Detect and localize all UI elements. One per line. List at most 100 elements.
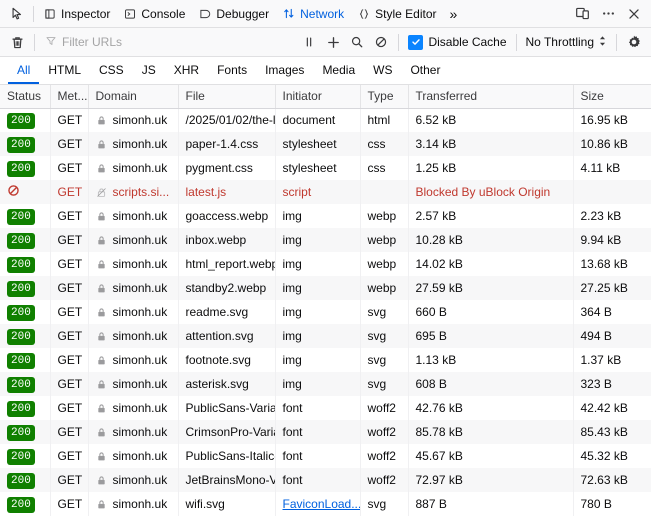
domain-label: simonh.uk: [112, 137, 168, 151]
table-row[interactable]: 200 GET simonh.uk pygment.css stylesheet css 1…: [0, 156, 651, 180]
type-filter-xhr[interactable]: XHR: [165, 57, 208, 84]
column-header-initiator[interactable]: Initiator: [275, 85, 361, 109]
type-filter-css[interactable]: CSS: [90, 57, 133, 84]
status-badge: 200: [0, 348, 51, 372]
cell-size: 42.42 kB: [573, 396, 651, 420]
cell-file: pygment.css: [178, 156, 276, 180]
status-badge: 200: [0, 396, 51, 420]
column-header-domain[interactable]: Domain: [88, 85, 179, 109]
table-row[interactable]: 200 GET simonh.uk footnote.svg img svg 1.13 kB…: [0, 348, 651, 372]
cell-transferred: 45.67 kB: [408, 444, 574, 468]
table-row[interactable]: 200 GET simonh.uk asterisk.svg img svg 608 B 32…: [0, 372, 651, 396]
column-header-file[interactable]: File: [178, 85, 276, 109]
filter-divider-1: [34, 33, 35, 51]
table-row[interactable]: 200 GET simonh.uk/2025/01/02/the-lit docume…: [0, 108, 651, 132]
cell-file: PublicSans-Italic-Va: [178, 444, 276, 468]
cell-initiator: font: [275, 468, 361, 492]
cell-transferred: 42.76 kB: [408, 396, 574, 420]
lock-icon: [96, 283, 107, 294]
type-filter-fonts[interactable]: Fonts: [208, 57, 256, 84]
column-header-type[interactable]: Type: [360, 85, 409, 109]
search-input[interactable]: Filter URLs: [40, 32, 297, 53]
cell-domain: simonh.uk: [88, 324, 179, 348]
cell-method: GET: [50, 372, 89, 396]
table-row[interactable]: 200 GET simonh.uk html_report.webp img webp 14…: [0, 252, 651, 276]
cell-type: webp: [360, 204, 409, 228]
table-row[interactable]: 200GET simonh.uk PublicSans-Italic-Vafontw…: [0, 444, 651, 468]
cell-size: 72.63 kB: [573, 468, 651, 492]
pause-icon[interactable]: [297, 31, 321, 53]
cell-initiator: img: [275, 204, 361, 228]
initiator-link[interactable]: FaviconLoad...: [283, 497, 360, 511]
column-header-status[interactable]: Status: [0, 85, 51, 109]
cell-size: [573, 180, 651, 204]
close-icon[interactable]: [621, 2, 647, 26]
lock-icon: [96, 451, 107, 462]
type-filter-images[interactable]: Images: [256, 57, 313, 84]
type-filter-ws[interactable]: WS: [364, 57, 401, 84]
status-badge: 200: [0, 156, 51, 180]
type-filter-all[interactable]: All: [8, 57, 40, 84]
gear-icon[interactable]: [622, 31, 646, 53]
responsive-design-mode-icon[interactable]: [569, 2, 595, 26]
lock-broken-icon: [96, 187, 107, 198]
search-icon[interactable]: [345, 31, 369, 53]
cell-type: webp: [360, 228, 409, 252]
table-row[interactable]: 200GET simonh.uk CrimsonPro-Variablfontwof…: [0, 420, 651, 444]
column-header-size[interactable]: Size: [573, 85, 651, 109]
cell-initiator[interactable]: FaviconLoad...: [275, 492, 361, 516]
table-row[interactable]: 200 GET simonh.uk paper-1.4.css stylesheet cs…: [0, 132, 651, 156]
type-filter-other[interactable]: Other: [401, 57, 449, 84]
status-badge: 200: [0, 252, 51, 276]
tab-network[interactable]: Network: [276, 0, 351, 27]
block-icon[interactable]: [369, 31, 393, 53]
cell-file: paper-1.4.css: [178, 132, 276, 156]
funnel-icon: [45, 35, 57, 50]
table-row[interactable]: 200 GET simonh.uk attention.svg img svg 695 B4…: [0, 324, 651, 348]
plus-icon[interactable]: [321, 31, 345, 53]
domain-label: simonh.uk: [112, 497, 168, 511]
throttling-select[interactable]: No Throttling: [522, 35, 611, 50]
element-picker-icon[interactable]: [4, 2, 30, 26]
type-filter-html[interactable]: HTML: [39, 57, 90, 84]
domain-label: simonh.uk: [112, 209, 168, 223]
cell-domain: simonh.uk: [88, 228, 179, 252]
cell-method: GET: [50, 396, 89, 420]
console-icon: [124, 8, 136, 20]
cell-transferred: 3.14 kB: [408, 132, 574, 156]
tab-debugger[interactable]: Debugger: [192, 0, 276, 27]
column-header-method[interactable]: Met...: [50, 85, 89, 109]
tab-inspector[interactable]: Inspector: [37, 0, 117, 27]
cell-method: GET: [50, 276, 89, 300]
cell-size: 1.37 kB: [573, 348, 651, 372]
lock-icon: [96, 499, 107, 510]
table-row[interactable]: 200 GET simonh.uk wifi.svg FaviconLoad... svg…: [0, 492, 651, 516]
cell-initiator: img: [275, 348, 361, 372]
domain-label: simonh.uk: [112, 257, 168, 271]
cell-type: svg: [360, 372, 409, 396]
domain-label: simonh.uk: [112, 353, 168, 367]
table-row[interactable]: GET scripts.si... latest.js script Blocked B…: [0, 180, 651, 204]
tab-console[interactable]: Console: [117, 0, 192, 27]
table-row[interactable]: 200GET simonh.uk PublicSans-Variablefontwo…: [0, 396, 651, 420]
toolbar-overflow-button[interactable]: »: [443, 2, 463, 26]
type-filter-media[interactable]: Media: [313, 57, 364, 84]
trash-icon[interactable]: [5, 31, 29, 53]
table-row[interactable]: 200GET simonh.uk JetBrainsMono-Varfontwoff…: [0, 468, 651, 492]
cell-domain: scripts.si...: [88, 180, 179, 204]
filter-divider-4: [616, 33, 617, 51]
table-row[interactable]: 200 GET simonh.uk inbox.webp img webp 10.28 kB…: [0, 228, 651, 252]
table-row[interactable]: 200 GET simonh.uk standby2.webp img webp 27.59…: [0, 276, 651, 300]
cell-transferred: 6.52 kB: [408, 108, 574, 132]
column-header-transferred[interactable]: Transferred: [408, 85, 574, 109]
cell-domain: simonh.uk: [88, 276, 179, 300]
tab-style-editor[interactable]: Style Editor: [351, 0, 443, 27]
type-filter-js[interactable]: JS: [133, 57, 165, 84]
status-badge: 200: [0, 420, 51, 444]
table-row[interactable]: 200 GET simonh.uk goaccess.webp img webp 2.57 …: [0, 204, 651, 228]
requests-list[interactable]: Status Met... Domain File Initiator Type…: [0, 85, 651, 522]
table-row[interactable]: 200 GET simonh.uk readme.svg img svg 660 B 364 …: [0, 300, 651, 324]
disable-cache-checkbox[interactable]: Disable Cache: [404, 34, 510, 50]
more-options-icon[interactable]: [595, 2, 621, 26]
domain-label: simonh.uk: [112, 281, 168, 295]
